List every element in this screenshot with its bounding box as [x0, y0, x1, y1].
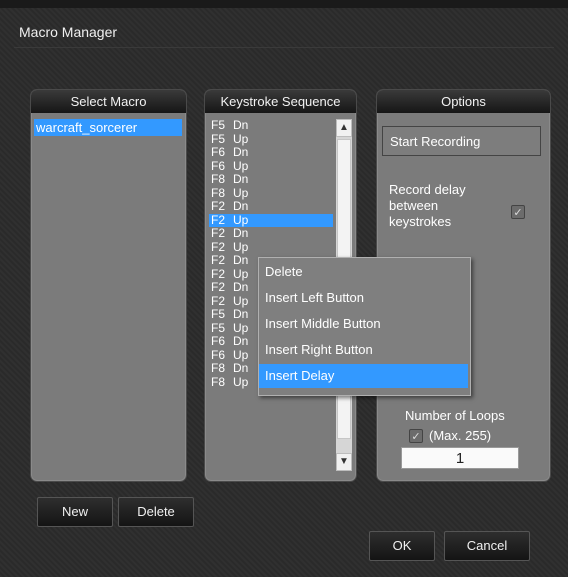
ctx-item-insert-right-button[interactable]: Insert Right Button	[259, 338, 468, 362]
keystroke-action: Dn	[233, 226, 249, 240]
scroll-up-icon[interactable]: ▲	[336, 119, 352, 137]
keystroke-action: Up	[233, 374, 249, 389]
keystroke-key: F2	[211, 212, 226, 227]
keystroke-key: F5	[211, 320, 226, 335]
keystroke-key: F6	[211, 158, 226, 173]
scroll-down-icon[interactable]: ▼	[336, 453, 352, 471]
keystroke-row[interactable]: F2 Up	[209, 239, 333, 255]
ctx-item-delete[interactable]: Delete	[259, 260, 468, 284]
checkmark-icon: ✓	[513, 207, 523, 219]
window-title: Macro Manager	[19, 24, 118, 40]
keystroke-action: Up	[233, 158, 249, 173]
keystroke-sequence-header: Keystroke Sequence	[205, 90, 356, 113]
keystroke-action: Up	[233, 347, 249, 362]
options-header: Options	[377, 90, 550, 113]
cancel-button[interactable]: Cancel	[444, 531, 530, 561]
ctx-item-insert-delay[interactable]: Insert Delay	[259, 364, 468, 388]
ctx-item-insert-left-button[interactable]: Insert Left Button	[259, 286, 468, 310]
keystroke-action: Up	[233, 320, 249, 335]
keystroke-key: F8	[211, 361, 226, 375]
keystroke-action: Up	[233, 266, 249, 281]
checkmark-icon: ✓	[411, 431, 421, 443]
keystroke-row[interactable]: F8 Up	[209, 185, 333, 201]
record-delay-checkbox[interactable]: ✓	[511, 205, 525, 219]
loops-max-label: (Max. 255)	[429, 428, 492, 443]
keystroke-action: Up	[233, 131, 249, 146]
keystroke-action: Dn	[233, 361, 249, 375]
macro-item[interactable]: warcraft_sorcerer	[34, 119, 182, 136]
keystroke-action: Up	[233, 185, 249, 200]
keystroke-row[interactable]: F2 Dn	[209, 199, 333, 214]
keystroke-action: Up	[233, 293, 249, 308]
select-macro-panel: Select Macro warcraft_sorcerer	[30, 89, 187, 482]
keystroke-key: F6	[211, 145, 226, 159]
keystroke-row[interactable]: F6 Dn	[209, 145, 333, 160]
keystroke-action: Dn	[233, 307, 249, 321]
keystroke-action: Dn	[233, 280, 249, 294]
delete-button[interactable]: Delete	[118, 497, 194, 527]
keystroke-key: F8	[211, 172, 226, 186]
keystroke-action: Up	[233, 212, 249, 227]
loops-checkbox[interactable]: ✓	[409, 429, 423, 443]
keystroke-row[interactable]: F6 Up	[209, 158, 333, 174]
keystroke-key: F5	[211, 307, 226, 321]
keystroke-key: F2	[211, 293, 226, 308]
loops-label: Number of Loops	[405, 408, 505, 423]
keystroke-key: F2	[211, 226, 226, 240]
keystroke-key: F6	[211, 334, 226, 348]
keystroke-action: Dn	[233, 253, 249, 267]
keystroke-action: Dn	[233, 199, 249, 213]
keystroke-row[interactable]: F5 Dn	[209, 119, 333, 133]
keystroke-action: Up	[233, 239, 249, 254]
keystroke-action: Dn	[233, 334, 249, 348]
select-macro-header: Select Macro	[31, 90, 186, 113]
keystroke-action: Dn	[233, 145, 249, 159]
keystroke-key: F2	[211, 253, 226, 267]
keystroke-action: Dn	[233, 119, 249, 132]
start-recording-button[interactable]: Start Recording	[382, 126, 541, 156]
keystroke-key: F5	[211, 131, 226, 146]
keystroke-key: F2	[211, 239, 226, 254]
title-divider	[14, 47, 554, 48]
keystroke-key: F8	[211, 374, 226, 389]
ok-button[interactable]: OK	[369, 531, 435, 561]
keystroke-row[interactable]: F8 Dn	[209, 172, 333, 187]
loops-input[interactable]: 1	[401, 447, 519, 469]
context-menu: Delete Insert Left Button Insert Middle …	[258, 257, 471, 396]
keystroke-key: F6	[211, 347, 226, 362]
keystroke-row[interactable]: F2 Dn	[209, 226, 333, 241]
new-button[interactable]: New	[37, 497, 113, 527]
keystroke-row[interactable]: F2 Up	[209, 212, 333, 227]
keystroke-key: F8	[211, 185, 226, 200]
ctx-item-insert-middle-button[interactable]: Insert Middle Button	[259, 312, 468, 336]
keystroke-key: F2	[211, 280, 226, 294]
keystroke-row[interactable]: F5 Up	[209, 131, 333, 147]
record-delay-label: Record delay between keystrokes	[389, 182, 466, 229]
keystroke-key: F2	[211, 199, 226, 213]
top-strip	[0, 0, 568, 8]
keystroke-key: F2	[211, 266, 226, 281]
keystroke-action: Dn	[233, 172, 249, 186]
keystroke-key: F5	[211, 119, 226, 132]
